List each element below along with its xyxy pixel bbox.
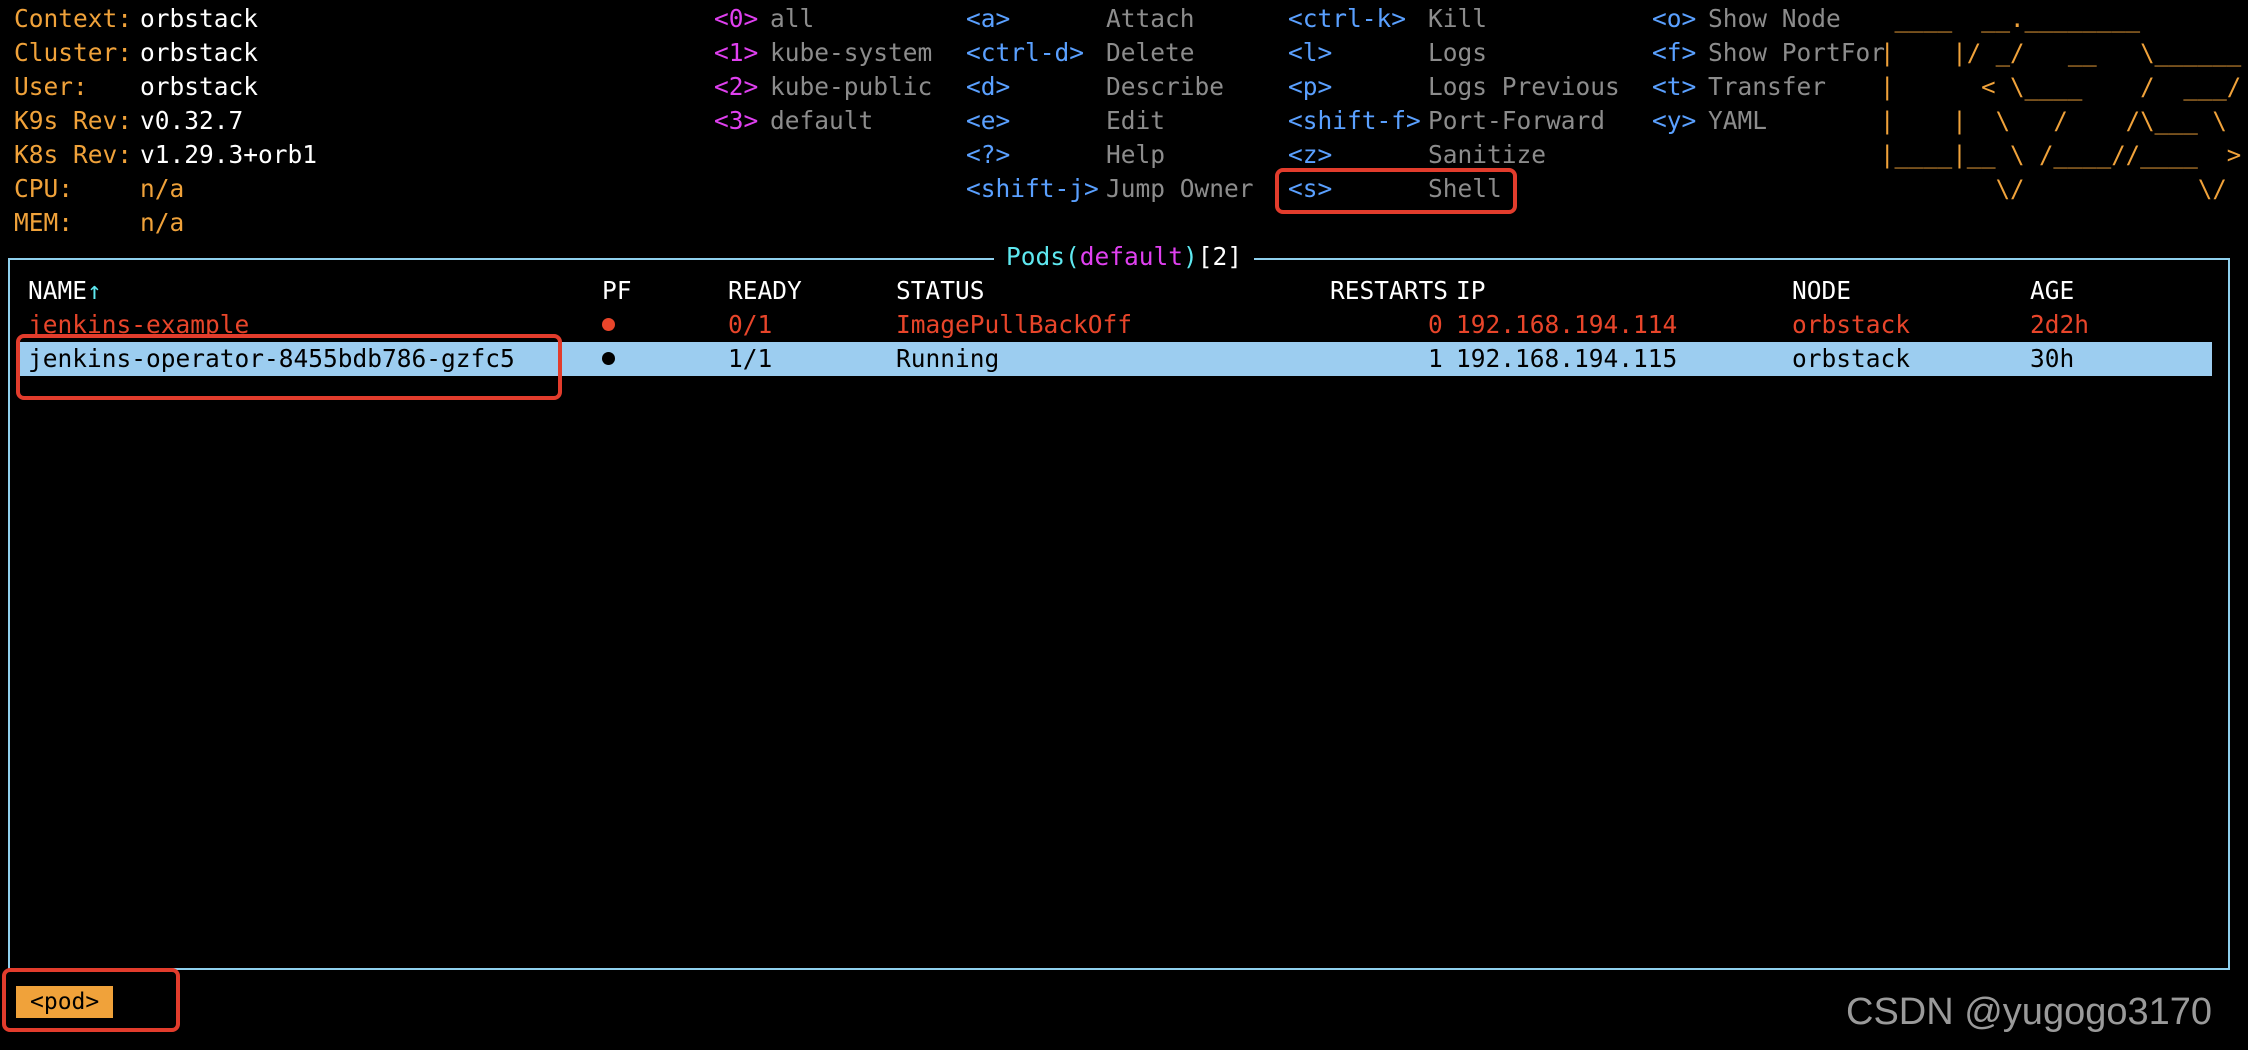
namespace-item-kube-system[interactable]: <1> kube-system — [714, 36, 932, 70]
column-header-ready[interactable]: READY — [728, 274, 802, 308]
pod-restarts: 1 — [1428, 344, 1443, 373]
shortcut-logs-previous[interactable]: <p> Logs Previous — [1288, 70, 1628, 104]
shortcut-show-portforward[interactable]: <f> Show PortFor — [1652, 36, 1885, 70]
pod-age: 2d2h — [2030, 310, 2090, 339]
shortcut-yaml[interactable]: <y> YAML — [1652, 104, 1882, 138]
pod-restarts: 0 — [1428, 310, 1443, 339]
shortcut-attach[interactable]: <a> Attach — [966, 2, 1266, 36]
shortcut-delete[interactable]: <ctrl-d> Delete — [966, 36, 1266, 70]
sort-ascending-icon: ↑ — [87, 276, 102, 305]
column-header-restarts[interactable]: RESTARTS — [1330, 274, 1448, 308]
logo-line: | |/ _/ __ \______ — [1880, 39, 2242, 67]
k9s-logo: ____ __.________ | |/ _/ __ \______ | < … — [1880, 2, 2241, 206]
shortcut-transfer[interactable]: <t> Transfer — [1652, 70, 1882, 104]
pod-ip: 192.168.194.115 — [1456, 344, 1678, 373]
info-k8s-rev: K8s Rev: v1.29.3+orb1 — [14, 140, 318, 169]
highlight-box-crumb — [2, 968, 180, 1032]
info-cluster: Cluster: orbstack — [14, 38, 259, 67]
column-header-ip[interactable]: IP — [1456, 274, 1486, 308]
namespace-item-default[interactable]: <3> default — [714, 104, 873, 138]
shortcut-logs[interactable]: <l> Logs — [1288, 36, 1628, 70]
namespace-item-all[interactable]: <0> all — [714, 2, 814, 36]
pod-ready: 1/1 — [728, 344, 773, 373]
pod-age: 30h — [2030, 344, 2075, 373]
port-forward-indicator — [602, 308, 615, 342]
pod-node: orbstack — [1792, 310, 1911, 339]
shortcut-describe[interactable]: <d> Describe — [966, 70, 1266, 104]
logo-line: |____|__ \ /____//____ > — [1880, 141, 2242, 169]
pod-ready: 0/1 — [728, 310, 773, 339]
info-cpu: CPU: n/a — [14, 174, 185, 203]
info-mem: MEM: n/a — [14, 208, 185, 237]
status-dot-icon — [602, 351, 615, 365]
namespace-item-kube-public[interactable]: <2> kube-public — [714, 70, 932, 104]
port-forward-indicator — [602, 342, 615, 376]
pod-node: orbstack — [1792, 344, 1911, 373]
column-header-pf[interactable]: PF — [602, 274, 632, 308]
pod-status: Running — [896, 344, 1000, 373]
shortcut-jump-owner[interactable]: <shift-j> Jump Owner — [966, 172, 1266, 206]
shortcut-port-forward[interactable]: <shift-f> Port-Forward — [1288, 104, 1628, 138]
column-header-node[interactable]: NODE — [1792, 274, 1851, 308]
highlight-box-selected-pod — [16, 334, 562, 400]
shortcut-kill[interactable]: <ctrl-k> Kill — [1288, 2, 1628, 36]
highlight-box-shell — [1275, 168, 1517, 214]
pods-frame-title: Pods(default)[2] — [0, 240, 2248, 274]
logo-line: \/ \/ — [1880, 175, 2227, 203]
pod-status: ImagePullBackOff — [896, 310, 1133, 339]
logo-line: ____ __.________ — [1880, 5, 2141, 33]
info-user: User: orbstack — [14, 72, 259, 101]
column-header-status[interactable]: STATUS — [896, 274, 985, 308]
column-header-name[interactable]: NAME↑ — [28, 274, 102, 308]
shortcut-show-node[interactable]: <o> Show Node — [1652, 2, 1882, 36]
column-header-age[interactable]: AGE — [2030, 274, 2074, 308]
pod-ip: 192.168.194.114 — [1456, 310, 1678, 339]
shortcut-edit[interactable]: <e> Edit — [966, 104, 1266, 138]
watermark: CSDN @yugogo3170 — [1846, 991, 2213, 1033]
logo-line: | < \____ / ___/ — [1880, 73, 2242, 101]
shortcut-help[interactable]: <?> Help — [966, 138, 1266, 172]
status-dot-icon — [602, 317, 615, 331]
logo-line: | | \ / /\___ \ — [1880, 107, 2227, 135]
shortcut-sanitize[interactable]: <z> Sanitize — [1288, 138, 1628, 172]
info-k9s-rev: K9s Rev: v0.32.7 — [14, 106, 244, 135]
info-context: Context: orbstack — [14, 4, 259, 33]
